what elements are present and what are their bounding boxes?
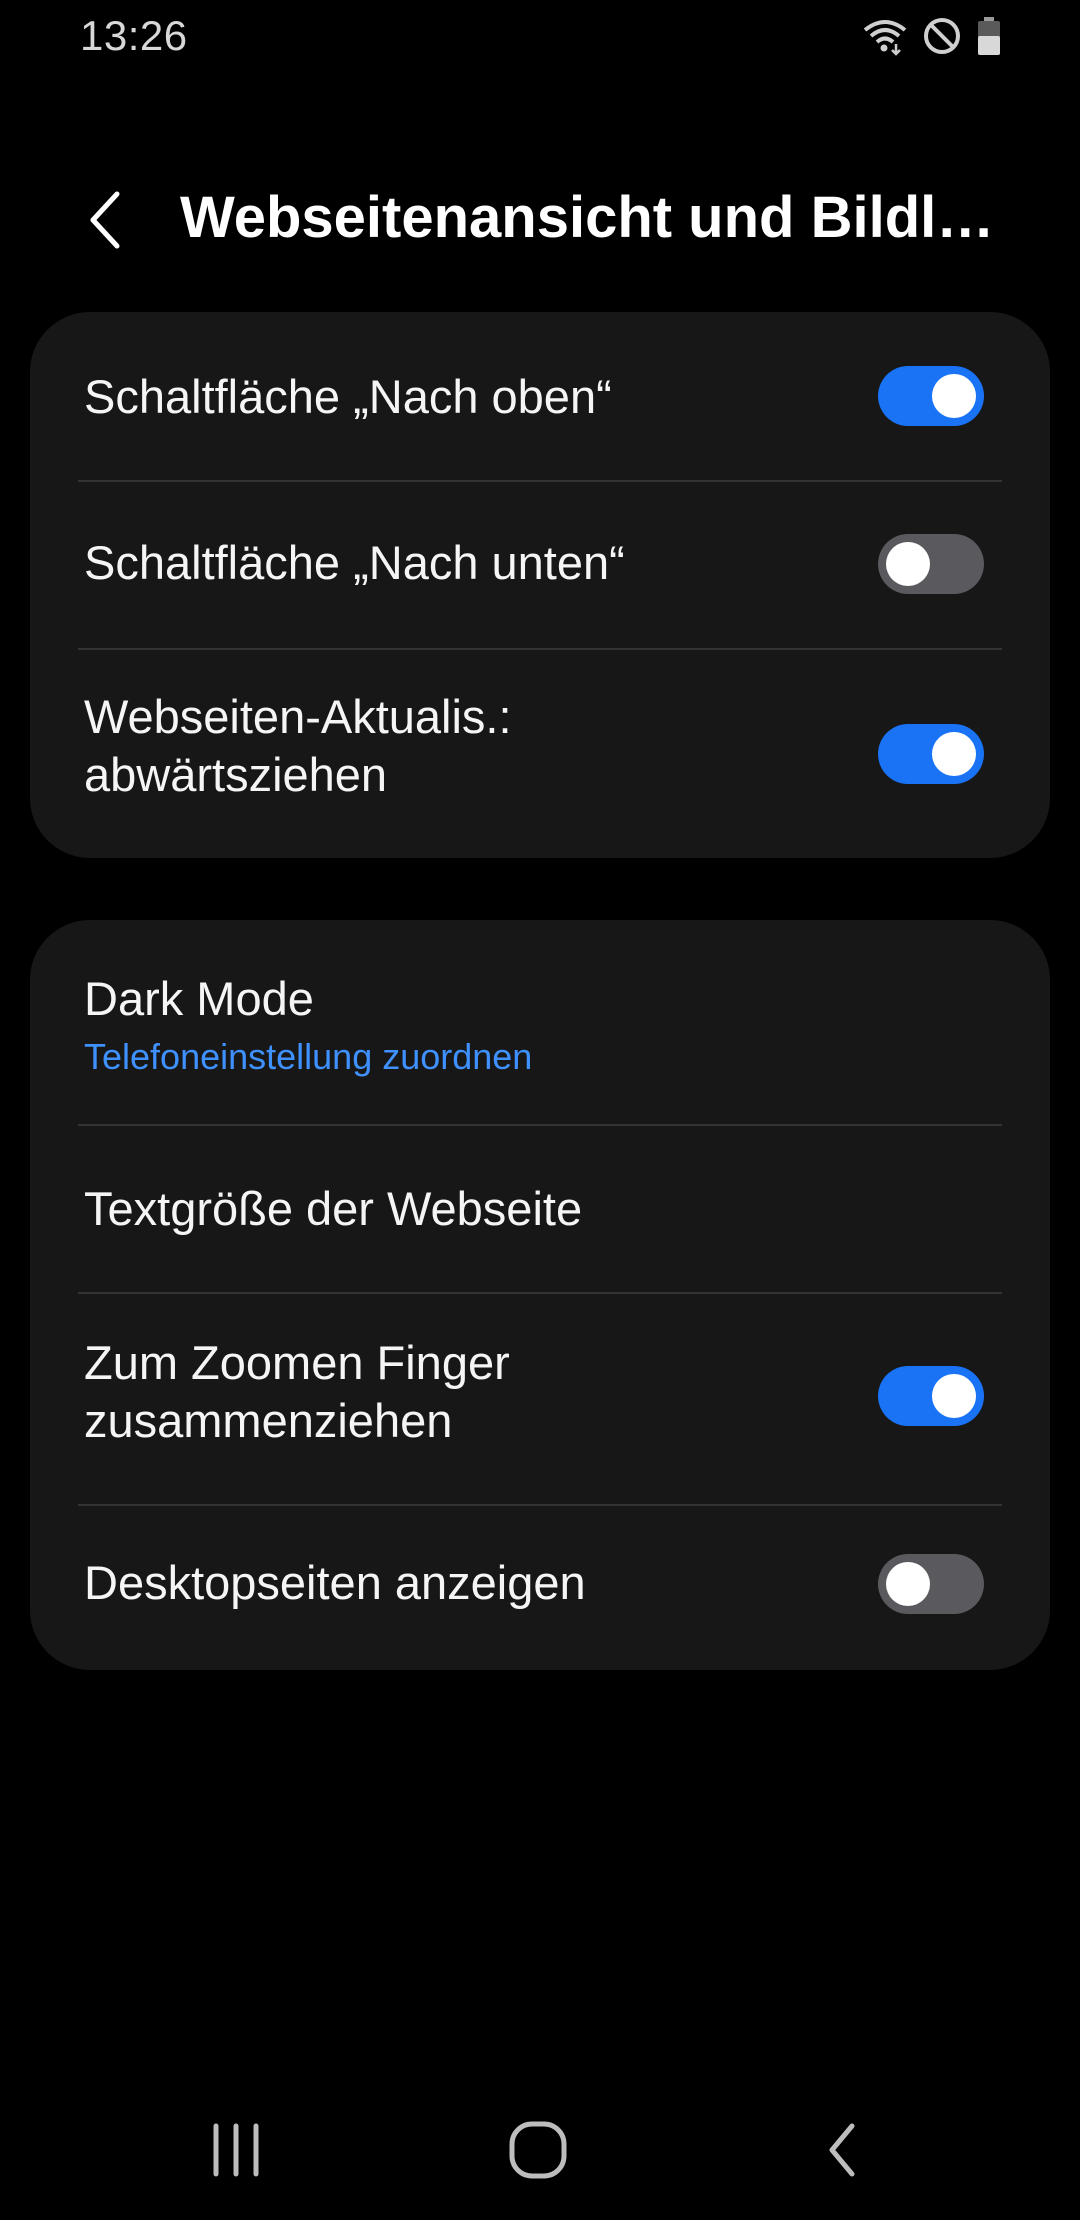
setting-row-pinch-zoom[interactable]: Zum Zoomen Finger zusammenziehen [30, 1294, 1050, 1500]
setting-label-line1: Webseiten-Aktualis.: [84, 690, 512, 743]
nav-back-button[interactable] [762, 2100, 922, 2200]
setting-label-line1: Zum Zoomen Finger [84, 1336, 510, 1389]
wifi-icon [862, 16, 908, 61]
settings-group-display: Dark Mode Telefoneinstellung zuordnen Te… [30, 920, 1050, 1670]
toggle-knob [886, 542, 930, 586]
toggle-knob [932, 374, 976, 418]
status-time: 13:26 [80, 12, 188, 59]
setting-row-desktop-sites[interactable]: Desktopseiten anzeigen [30, 1506, 1050, 1670]
setting-row-dark-mode[interactable]: Dark Mode Telefoneinstellung zuordnen [30, 920, 1050, 1126]
setting-label: Schaltfläche „Nach unten“ [84, 536, 625, 589]
toggle-knob [932, 732, 976, 776]
home-icon [509, 2121, 567, 2179]
desktop-sites-toggle[interactable] [878, 1554, 984, 1614]
app-bar: Webseitenansicht und Bildlauf [0, 170, 1080, 270]
status-bar: 13:26 [0, 0, 1080, 80]
navigation-bar [0, 2100, 1080, 2220]
pinch-zoom-toggle[interactable] [878, 1366, 984, 1426]
recent-apps-icon [213, 2123, 259, 2177]
status-icons [862, 16, 1002, 61]
setting-sublabel: Telefoneinstellung zuordnen [84, 1036, 533, 1077]
scroll-up-button-toggle[interactable] [878, 366, 984, 426]
setting-label-line2: abwärtsziehen [84, 748, 388, 801]
setting-label-line2: zusammenziehen [84, 1394, 453, 1447]
battery-icon [976, 16, 1002, 61]
back-arrow-icon [90, 191, 120, 249]
setting-label: Textgröße der Webseite [84, 1182, 583, 1235]
back-button[interactable] [70, 180, 140, 260]
setting-row-scroll-up-button[interactable]: Schaltfläche „Nach oben“ [30, 312, 1050, 480]
recent-apps-button[interactable] [156, 2100, 316, 2200]
back-icon [829, 2123, 855, 2177]
setting-label: Schaltfläche „Nach oben“ [84, 370, 612, 423]
home-button[interactable] [458, 2100, 618, 2200]
setting-row-scroll-down-button[interactable]: Schaltfläche „Nach unten“ [30, 482, 1050, 648]
do-not-disturb-icon [922, 16, 962, 61]
scroll-down-button-toggle[interactable] [878, 534, 984, 594]
toggle-knob [932, 1374, 976, 1418]
settings-group-scroll: Schaltfläche „Nach oben“ Schaltfläche „N… [30, 312, 1050, 858]
page-title: Webseitenansicht und Bildlauf [180, 185, 1000, 250]
pull-to-refresh-toggle[interactable] [878, 724, 984, 784]
setting-label: Dark Mode [84, 972, 314, 1025]
setting-label: Desktopseiten anzeigen [84, 1556, 586, 1609]
setting-row-text-size[interactable]: Textgröße der Webseite [30, 1126, 1050, 1292]
setting-row-pull-to-refresh[interactable]: Webseiten-Aktualis.: abwärtsziehen [30, 650, 1050, 858]
toggle-knob [886, 1562, 930, 1606]
